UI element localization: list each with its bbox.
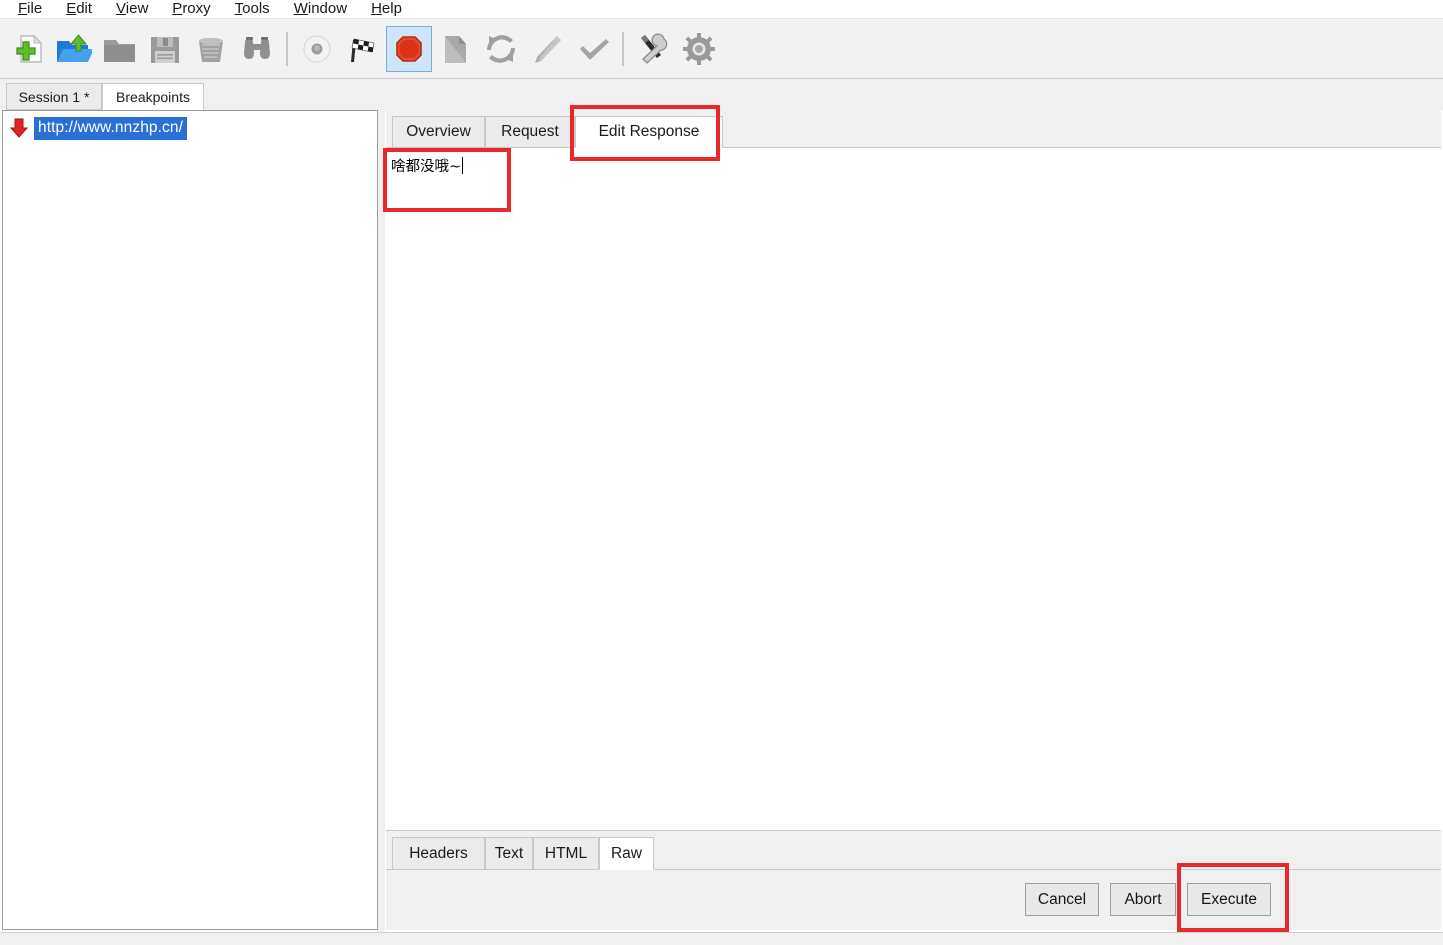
format-tab-label: Text (494, 844, 524, 862)
dialog-button-bar: Cancel Abort Execute (386, 869, 1441, 930)
response-tab-label: Request (501, 123, 559, 140)
session-tab-bar: Session 1 * Breakpoints (0, 79, 1443, 110)
menu-mnemonic: V (116, 0, 126, 17)
cancel-button-label: Cancel (1037, 890, 1087, 908)
format-tab-text[interactable]: Text (485, 837, 533, 870)
menu-item-view[interactable]: View (104, 0, 160, 18)
menu-label-rest: ools (242, 0, 270, 17)
menu-label-rest: indow (307, 0, 348, 17)
page-icon[interactable] (432, 26, 478, 72)
editor-text-content: 啥都没哦~ (391, 157, 464, 177)
response-tab-edit-response[interactable]: Edit Response (575, 116, 723, 148)
menu-item-edit[interactable]: Edit (54, 0, 104, 18)
format-tab-headers[interactable]: Headers (392, 837, 485, 870)
edit-pencil-icon[interactable] (524, 26, 570, 72)
format-tab-label: HTML (544, 844, 588, 862)
trash-icon[interactable] (188, 26, 234, 72)
menu-mnemonic: F (18, 0, 28, 17)
menu-item-help[interactable]: Help (359, 0, 414, 18)
menu-mnemonic: E (66, 0, 77, 17)
session-tab-label: Session 1 * (18, 88, 90, 105)
settings-gear-icon[interactable] (676, 26, 722, 72)
menu-label-rest: elp (381, 0, 402, 17)
session-tab-session-1[interactable]: Session 1 * (6, 83, 102, 110)
tools-icon[interactable] (630, 26, 676, 72)
toolbar-separator (286, 31, 288, 66)
repeat-icon[interactable] (478, 26, 524, 72)
menu-mnemonic: H (371, 0, 382, 17)
menu-mnemonic: W (293, 0, 308, 17)
response-tab-bar: Overview Request Edit Response (386, 110, 1441, 148)
menu-label-rest: roxy (182, 0, 211, 17)
breakpoint-detail-panel: Overview Request Edit Response 啥都没哦~ Heade… (386, 110, 1441, 930)
session-tab-breakpoints[interactable]: Breakpoints (102, 83, 204, 110)
menu-item-window[interactable]: Window (282, 0, 359, 18)
binoculars-icon[interactable] (234, 26, 280, 72)
menu-mnemonic: P (172, 0, 183, 17)
response-tab-label: Overview (406, 123, 471, 140)
format-tab-label: Raw (610, 844, 642, 862)
menu-label-rest: dit (76, 0, 93, 17)
folder-icon[interactable] (96, 26, 142, 72)
breakpoint-tree-panel[interactable]: http://www.nnzhp.cn/ (2, 110, 378, 930)
response-tab-overview[interactable]: Overview (392, 116, 485, 148)
tree-item-row[interactable]: http://www.nnzhp.cn/ (3, 115, 188, 141)
abort-button-label: Abort (1124, 890, 1162, 908)
format-tab-html[interactable]: HTML (533, 837, 599, 870)
down-arrow-icon (8, 117, 30, 139)
tree-item-url[interactable]: http://www.nnzhp.cn/ (34, 116, 188, 140)
response-tab-request[interactable]: Request (485, 116, 575, 148)
execute-button[interactable]: Execute (1187, 883, 1271, 916)
response-tab-label: Edit Response (598, 123, 700, 140)
validate-check-icon[interactable] (570, 26, 616, 72)
menu-item-file[interactable]: File (6, 0, 54, 18)
new-session-icon[interactable] (4, 26, 50, 72)
edit-response-editor[interactable]: 啥都没哦~ (386, 148, 1441, 830)
format-tab-label: Headers (409, 844, 468, 862)
checkered-flag-icon[interactable] (340, 26, 386, 72)
menu-bar: File Edit View Proxy Tools Window Help (0, 0, 1443, 19)
menu-label-rest: iew (125, 0, 149, 17)
session-tab-label: Breakpoints (116, 88, 190, 105)
execute-button-label: Execute (1200, 890, 1257, 908)
open-folder-icon[interactable] (50, 26, 96, 72)
response-format-tab-bar: Headers Text HTML Raw (386, 830, 1441, 870)
panel-splitter[interactable] (378, 110, 385, 932)
cancel-button[interactable]: Cancel (1025, 883, 1099, 916)
toolbar (0, 19, 1443, 79)
format-tab-raw[interactable]: Raw (599, 837, 654, 870)
toolbar-separator (622, 31, 624, 66)
record-icon[interactable] (294, 26, 340, 72)
menu-item-proxy[interactable]: Proxy (160, 0, 222, 18)
status-bar (0, 932, 1443, 945)
abort-button[interactable]: Abort (1110, 883, 1176, 916)
menu-item-tools[interactable]: Tools (223, 0, 282, 18)
editor-text-value: 啥都没哦~ (391, 159, 462, 175)
menu-label-rest: ile (27, 0, 43, 17)
text-caret (462, 157, 464, 174)
save-icon[interactable] (142, 26, 188, 72)
stop-breakpoint-icon[interactable] (386, 25, 432, 72)
